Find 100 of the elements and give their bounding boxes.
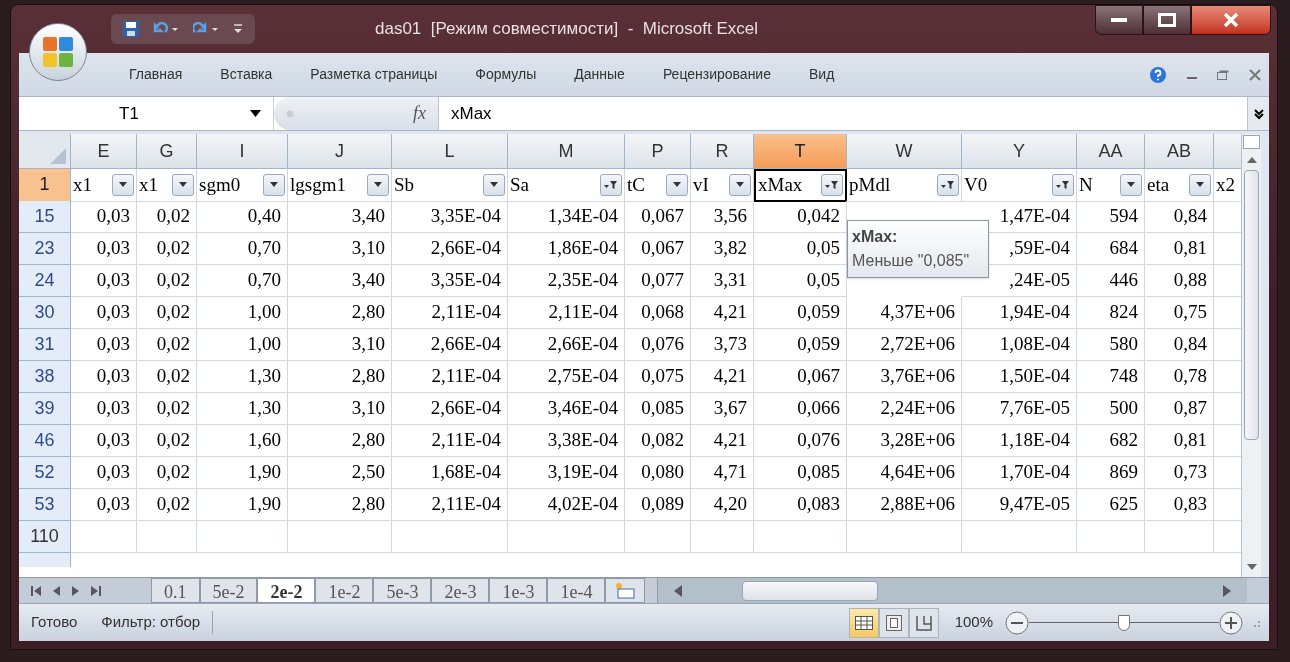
column-header[interactable]: Y — [962, 134, 1077, 169]
first-sheet-icon[interactable] — [31, 585, 41, 596]
header-cell[interactable]: Sb — [392, 169, 508, 202]
scroll-down-icon[interactable] — [1246, 564, 1257, 570]
header-cell[interactable]: tC — [625, 169, 691, 202]
row-header[interactable]: 30 — [19, 297, 71, 329]
row-header[interactable]: 46 — [19, 425, 71, 457]
previous-sheet-icon[interactable] — [53, 585, 60, 596]
column-header[interactable]: L — [392, 134, 508, 169]
ribbon-tab[interactable]: Данные — [574, 64, 625, 85]
zoom-slider[interactable] — [1029, 612, 1219, 633]
ribbon-tab[interactable]: Формулы — [475, 64, 537, 85]
header-cell[interactable]: eta — [1145, 169, 1214, 202]
ribbon-tab[interactable]: Главная — [129, 64, 183, 85]
zoom-slider-thumb[interactable] — [1118, 614, 1130, 631]
header-cell[interactable]: xMax — [754, 169, 847, 202]
sheet-tab[interactable]: 2e-3 — [431, 578, 490, 603]
column-header[interactable]: J — [288, 134, 392, 169]
sheet-tab[interactable]: 0.1 — [151, 578, 200, 603]
zoom-in-icon[interactable] — [1219, 610, 1243, 635]
filter-dropdown-button[interactable] — [367, 173, 389, 196]
column-header[interactable]: T — [754, 134, 847, 169]
sheet-tab[interactable]: 5e-2 — [199, 578, 258, 603]
filter-dropdown-button[interactable] — [1120, 173, 1142, 196]
filter-dropdown-button[interactable] — [483, 173, 505, 196]
row-header[interactable]: 38 — [19, 361, 71, 393]
filter-dropdown-button[interactable] — [172, 173, 194, 196]
header-cell[interactable]: pMdl — [847, 169, 962, 202]
view-button[interactable] — [878, 607, 909, 638]
table-cell: 0,076 — [754, 425, 847, 457]
vertical-scrollbar[interactable] — [1241, 134, 1261, 577]
row-header[interactable]: 24 — [19, 265, 71, 297]
name-box[interactable]: T1 — [19, 97, 274, 130]
row-header[interactable]: 39 — [19, 393, 71, 425]
header-cell[interactable]: Sa — [508, 169, 625, 202]
filter-dropdown-button[interactable] — [263, 173, 285, 196]
column-header[interactable]: I — [197, 134, 288, 169]
next-sheet-icon[interactable] — [72, 585, 79, 596]
filter-active-button[interactable] — [1052, 173, 1074, 196]
last-sheet-icon[interactable] — [91, 585, 101, 596]
row-header[interactable]: 1 — [19, 169, 71, 202]
row-header[interactable]: 23 — [19, 233, 71, 265]
customize-toolbar-icon[interactable] — [233, 23, 243, 35]
filter-active-button[interactable] — [937, 173, 959, 196]
row-header[interactable]: 53 — [19, 489, 71, 521]
scroll-right-icon[interactable] — [1223, 584, 1231, 597]
filter-dropdown-button[interactable] — [112, 173, 134, 196]
scroll-up-icon[interactable] — [1246, 157, 1257, 163]
column-header[interactable]: AB — [1145, 134, 1214, 169]
sheet-tab[interactable]: 1e-4 — [547, 578, 606, 603]
insert-function-button[interactable]: fx — [413, 100, 426, 127]
ribbon-tab[interactable]: Рецензирование — [662, 64, 771, 85]
redo-icon[interactable] — [193, 22, 219, 36]
column-header[interactable]: R — [691, 134, 754, 169]
column-header[interactable]: P — [625, 134, 691, 169]
filter-active-button[interactable] — [600, 173, 622, 196]
row-header[interactable]: 110 — [19, 521, 71, 553]
scroll-left-icon[interactable] — [674, 584, 683, 597]
ribbon-tab[interactable]: Вид — [809, 64, 835, 85]
view-button[interactable] — [848, 607, 879, 638]
close-button[interactable] — [1191, 5, 1271, 35]
formula-input[interactable]: xMax — [439, 97, 1247, 130]
header-cell[interactable]: x1 — [71, 169, 137, 202]
view-button[interactable] — [908, 607, 939, 638]
column-header[interactable]: G — [137, 134, 197, 169]
maximize-button[interactable] — [1143, 5, 1191, 35]
save-icon[interactable] — [123, 21, 139, 37]
ribbon-tab[interactable]: Разметка страницы — [310, 64, 438, 85]
filter-dropdown-button[interactable] — [729, 173, 751, 196]
filter-active-button[interactable] — [821, 174, 843, 197]
filter-dropdown-button[interactable] — [1189, 173, 1211, 196]
undo-icon[interactable] — [153, 22, 179, 36]
row-header[interactable]: 31 — [19, 329, 71, 361]
header-cell[interactable]: sgm0 — [197, 169, 288, 202]
row-header[interactable]: 15 — [19, 201, 71, 233]
expand-formula-button[interactable] — [1247, 97, 1269, 130]
header-cell[interactable]: V0 — [962, 169, 1077, 202]
column-header[interactable]: M — [508, 134, 625, 169]
ribbon-tab[interactable]: Вставка — [220, 64, 273, 85]
row-header[interactable]: 52 — [19, 457, 71, 489]
filter-dropdown-button[interactable] — [666, 173, 688, 196]
sheet-tab[interactable]: 1e-3 — [489, 578, 548, 603]
sheet-tab[interactable]: 1e-2 — [315, 578, 374, 603]
header-cell[interactable]: x1 — [137, 169, 197, 202]
sheet-tab[interactable]: 2e-2 — [257, 578, 316, 603]
column-header[interactable]: E — [71, 134, 137, 169]
header-cell[interactable]: N — [1077, 169, 1145, 202]
close-icon[interactable] — [1249, 68, 1261, 81]
help-icon[interactable] — [1149, 65, 1167, 84]
zoom-out-icon[interactable] — [1005, 610, 1029, 635]
column-header[interactable]: AA — [1077, 134, 1145, 169]
column-header[interactable]: W — [847, 134, 962, 169]
restore-icon[interactable] — [1217, 69, 1229, 80]
minimize-button[interactable] — [1095, 5, 1143, 35]
zoom-level[interactable]: 100% — [954, 611, 993, 634]
header-cell[interactable]: lgsgm1 — [288, 169, 392, 202]
header-cell[interactable]: vI — [691, 169, 754, 202]
horizontal-scrollbar[interactable] — [657, 578, 1247, 603]
table-cell: 0,02 — [137, 265, 197, 297]
sheet-tab[interactable]: 5e-3 — [373, 578, 432, 603]
